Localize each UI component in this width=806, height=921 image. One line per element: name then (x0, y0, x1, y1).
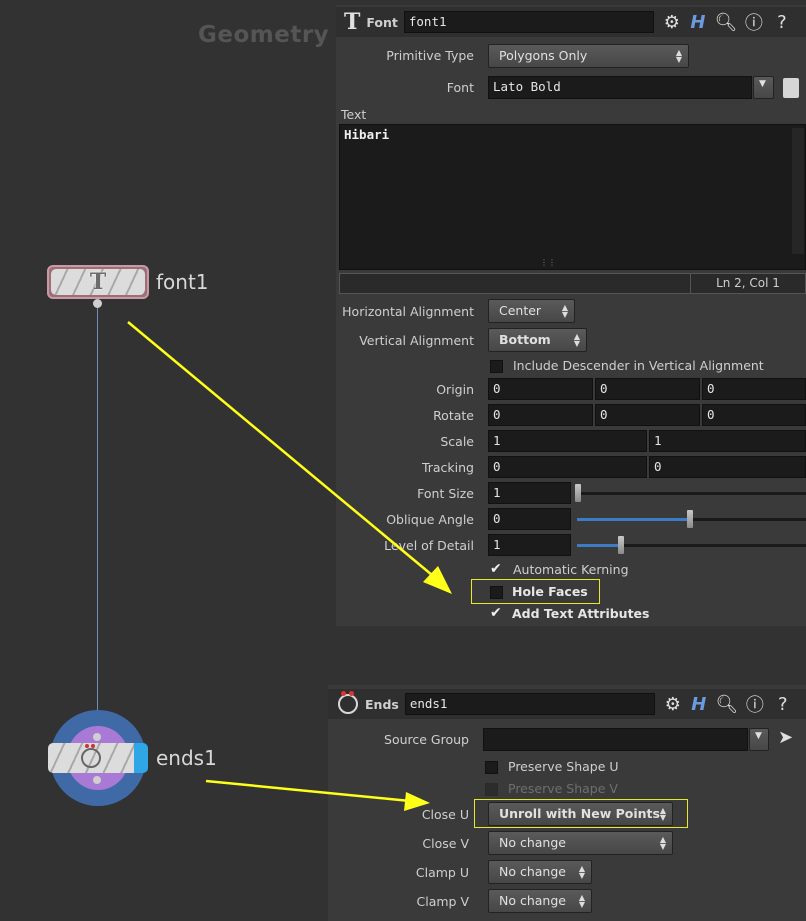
arrow-to-close-u (205, 779, 411, 803)
annotation-arrows (127, 321, 452, 811)
arrow-head-close-u (404, 792, 430, 811)
arrow-to-hole-faces (127, 321, 439, 581)
